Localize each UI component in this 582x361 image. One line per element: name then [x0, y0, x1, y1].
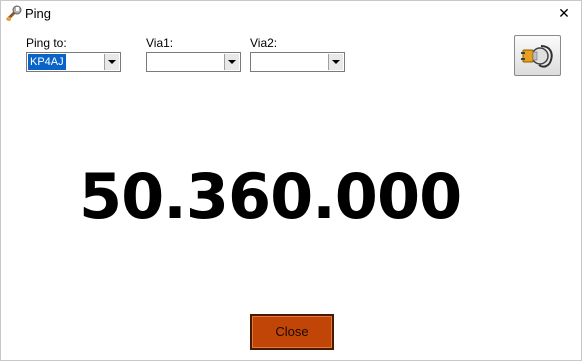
via2-value [252, 54, 256, 70]
ping-window: Ping ✕ Ping to: KP4AJ Via1: Via2: 50.360… [0, 0, 582, 361]
via2-label: Via2: [250, 36, 278, 50]
window-title: Ping [25, 6, 52, 21]
chevron-down-icon[interactable] [328, 54, 343, 70]
close-icon[interactable]: ✕ [551, 1, 577, 25]
via1-label: Via1: [146, 36, 174, 50]
via1-value [148, 54, 152, 70]
ping-to-value: KP4AJ [28, 54, 66, 70]
via1-select[interactable] [146, 52, 241, 72]
chevron-down-icon[interactable] [224, 54, 239, 70]
title-bar: Ping ✕ [1, 1, 581, 27]
chevron-down-icon[interactable] [104, 54, 119, 70]
close-button[interactable]: Close [250, 314, 334, 350]
via2-select[interactable] [250, 52, 345, 72]
connect-button[interactable] [514, 35, 561, 76]
ping-to-select[interactable]: KP4AJ [26, 52, 121, 72]
wrench-icon [5, 5, 23, 23]
ping-to-label: Ping to: [26, 36, 67, 50]
frequency-display: 50.360.000 [79, 160, 462, 233]
